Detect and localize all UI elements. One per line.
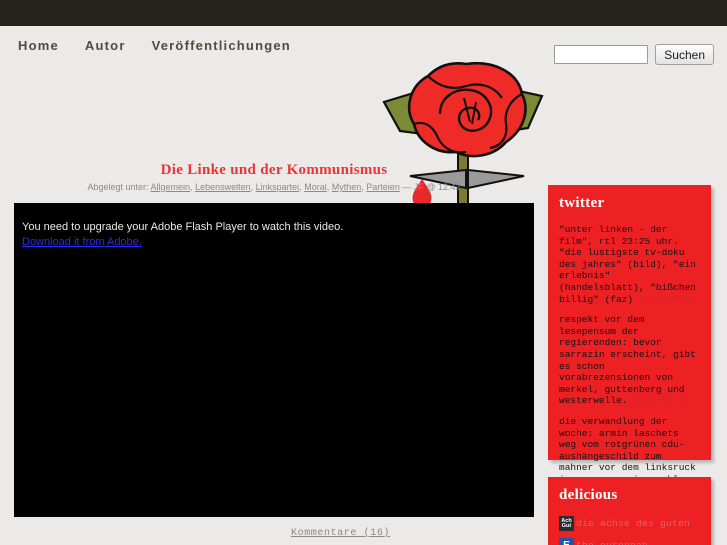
achgut-favicon-icon: Ach Gut: [559, 516, 574, 531]
tweet-date[interactable]: 2010-08-30: [633, 395, 690, 406]
delicious-link-the-european[interactable]: the european: [576, 540, 648, 545]
list-item[interactable]: E the european: [559, 538, 700, 545]
post-category-linkspartei[interactable]: Linkspartei: [256, 182, 300, 192]
search-form: Suchen: [554, 44, 714, 65]
meta-comma-5: ,: [361, 182, 364, 192]
search-submit-button[interactable]: Suchen: [655, 44, 714, 65]
post-category-parteien[interactable]: Parteien: [366, 182, 400, 192]
clock-icon: @: [426, 182, 436, 192]
post-meta-prefix: Abgelegt unter:: [87, 182, 149, 192]
european-favicon-icon: E: [559, 538, 574, 545]
post-time: 12:42: [438, 182, 461, 192]
top-bar: [0, 0, 727, 26]
page-root: Home Autor Veröffentlichungen Suchen Die: [0, 0, 727, 545]
meta-comma-1: ,: [190, 182, 193, 192]
flash-message-text: You need to upgrade your Adobe Flash Pla…: [22, 221, 344, 233]
search-input[interactable]: [554, 45, 649, 64]
post-category-lebenswelten[interactable]: Lebenswelten: [195, 182, 251, 192]
sidebar-widget-delicious: delicious Ach Gut die achse des guten E …: [548, 477, 711, 545]
meta-comma-3: ,: [299, 182, 302, 192]
nav-item-autor[interactable]: Autor: [85, 38, 126, 53]
flash-download-link[interactable]: Download it from Adobe.: [22, 235, 343, 250]
post-category-allgemein[interactable]: Allgemein: [151, 182, 191, 192]
meta-comma-4: ,: [326, 182, 330, 192]
tweet-item: "unter linken - der film", rtl 23:25 uhr…: [559, 224, 700, 305]
twitter-widget-title: twitter: [559, 195, 605, 211]
sidebar-widget-twitter: twitter "unter linken - der film", rtl 2…: [548, 185, 711, 522]
delicious-link-achse-des-guten[interactable]: die achse des guten: [576, 518, 690, 529]
post-category-mythen[interactable]: Mythen: [332, 182, 362, 192]
comments-link[interactable]: Kommentare (16): [291, 528, 390, 539]
tweet-text: respekt vor dem lesepensum der regierend…: [559, 314, 696, 407]
post-title: Die Linke und der Kommunismus: [160, 162, 388, 178]
meta-comma-2: ,: [250, 182, 254, 192]
post-category-moral[interactable]: Moral: [304, 182, 327, 192]
tweet-item: respekt vor dem lesepensum der regierend…: [559, 314, 700, 407]
post-meta-separator: —: [402, 182, 412, 192]
nav-item-veroeffentlichungen[interactable]: Veröffentlichungen: [152, 38, 291, 53]
post-author: JF: [413, 182, 424, 192]
delicious-widget-title: delicious: [559, 487, 618, 503]
tweet-text: "unter linken - der film", rtl 23:25 uhr…: [559, 224, 696, 305]
post-meta: Abgelegt unter: Allgemein, Lebenswelten,…: [14, 182, 534, 192]
list-item[interactable]: Ach Gut die achse des guten: [559, 516, 700, 531]
flash-upgrade-message: You need to upgrade your Adobe Flash Pla…: [22, 220, 343, 250]
video-player-placeholder[interactable]: You need to upgrade your Adobe Flash Pla…: [14, 203, 534, 517]
nav-list: Home Autor Veröffentlichungen: [18, 38, 317, 53]
tweet-date[interactable]: 2010-09-26: [639, 294, 696, 305]
nav-item-home[interactable]: Home: [18, 38, 59, 53]
